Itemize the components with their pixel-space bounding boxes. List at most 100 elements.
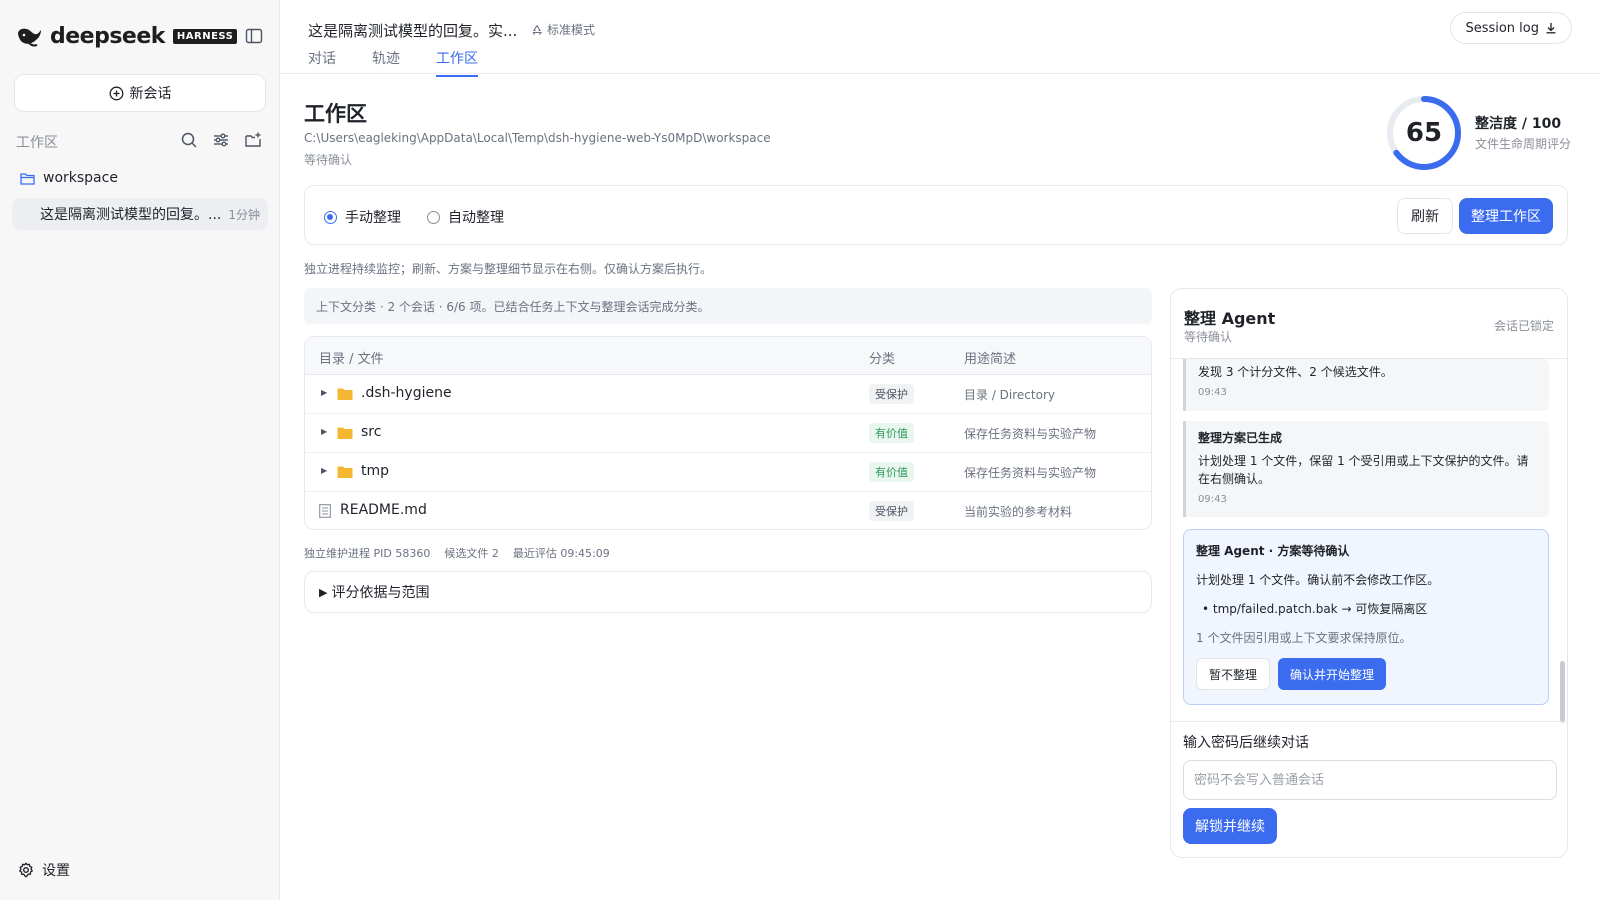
mode-indicator: 标准模式	[531, 21, 595, 38]
agent-panel: 整理 Agent 等待确认 会话已锁定 发现 3 个计分文件、2 个候选文件。 …	[1170, 288, 1568, 858]
agent-message: 发现 3 个计分文件、2 个候选文件。 09:43	[1183, 359, 1549, 411]
tab-chat[interactable]: 对话	[308, 48, 336, 77]
table-row[interactable]: ▶ tmp 有价值 保存任务资料与实验产物	[305, 453, 1151, 492]
file-description: 保存任务资料与实验产物	[964, 466, 1097, 480]
file-name: README.md	[340, 502, 427, 518]
auto-mode-radio[interactable]: 自动整理	[427, 207, 504, 227]
panel-scrollbar[interactable]	[1560, 661, 1565, 723]
session-locked-label: 会话已锁定	[1493, 319, 1554, 333]
radio-dot	[324, 210, 337, 224]
score-title: 整洁度 / 100	[1475, 116, 1562, 132]
folder-icon	[337, 466, 353, 478]
confirmation-actions: 暂不整理 确认并开始整理	[1196, 658, 1536, 690]
skip-organize-button[interactable]: 暂不整理	[1196, 658, 1271, 690]
workspace-tools	[180, 131, 262, 149]
confirm-organize-button[interactable]: 确认并开始整理	[1278, 658, 1387, 690]
manual-mode-radio[interactable]: 手动整理	[324, 207, 401, 227]
plan-item: • tmp/failed.patch.bak → 可恢复隔离区	[1196, 600, 1536, 617]
category-badge: 受保护	[869, 501, 914, 521]
password-label: 输入密码后继续对话	[1183, 735, 1309, 751]
download-icon	[1546, 23, 1556, 34]
organize-mode-bar: 手动整理 自动整理 刷新 整理工作区	[304, 185, 1568, 245]
workspace-folder-name: workspace	[43, 170, 118, 186]
agent-title: 整理 Agent	[1184, 309, 1276, 328]
agent-status: 等待确认	[1184, 330, 1233, 344]
scoring-scope-toggle[interactable]: ▶ 评分依据与范围	[304, 571, 1152, 613]
folder-icon	[337, 427, 353, 439]
new-folder-icon[interactable]	[244, 131, 262, 149]
file-name: tmp	[361, 463, 390, 479]
file-icon	[319, 504, 331, 518]
expand-caret-icon[interactable]: ▶	[321, 427, 327, 436]
score-value: 65	[1405, 118, 1443, 148]
confirmation-title: 整理 Agent · 方案等待确认	[1196, 544, 1350, 558]
session-title: 这是隔离测试模型的回复。...	[40, 207, 222, 223]
filter-sliders-icon[interactable]	[212, 131, 230, 149]
workspace-section-label: 工作区	[16, 135, 58, 151]
category-badge: 受保护	[869, 384, 914, 404]
radio-dot	[427, 210, 440, 224]
tab-bar: 对话 轨迹 工作区	[308, 48, 478, 77]
auto-mode-label: 自动整理	[448, 210, 504, 226]
column-header-category: 分类	[869, 352, 896, 367]
message-body: 发现 3 个计分文件、2 个候选文件。	[1198, 365, 1393, 379]
new-chat-label: 新会话	[129, 86, 172, 102]
session-list-item[interactable]: 这是隔离测试模型的回复。... 1分钟	[12, 198, 268, 230]
monitor-note: 独立进程持续监控；刷新、方案与整理细节显示在右侧。仅确认方案后执行。	[304, 262, 713, 276]
session-log-button[interactable]: Session log	[1450, 12, 1572, 44]
file-description: 当前实验的参考材料	[964, 505, 1073, 519]
disclosure-triangle-icon: ▶	[319, 585, 328, 599]
refresh-button[interactable]: 刷新	[1397, 198, 1453, 234]
confirmation-body: 计划处理 1 个文件。确认前不会修改工作区。	[1196, 573, 1440, 587]
settings-button[interactable]: 设置	[18, 860, 70, 880]
brand-name: deepseek	[50, 24, 165, 49]
session-log-label: Session log	[1465, 20, 1539, 36]
plan-confirmation-card: 整理 Agent · 方案等待确认 计划处理 1 个文件。确认前不会修改工作区。…	[1183, 529, 1549, 705]
tab-trace[interactable]: 轨迹	[372, 48, 400, 77]
message-time: 09:43	[1198, 387, 1227, 398]
candidate-count: 候选文件 2	[444, 547, 499, 560]
file-description: 保存任务资料与实验产物	[964, 427, 1097, 441]
gear-icon	[19, 862, 33, 878]
organize-workspace-button[interactable]: 整理工作区	[1459, 198, 1553, 234]
sidebar: deepseek HARNESS 新会话 工作区 workspace 这是隔离测…	[0, 0, 280, 900]
settings-label: 设置	[42, 863, 70, 879]
confirmation-note: 1 个文件因引用或上下文要求保持原位。	[1196, 631, 1412, 645]
column-header-path: 目录 / 文件	[319, 352, 384, 367]
agent-message: 整理方案已生成 计划处理 1 个文件，保留 1 个受引用或上下文保护的文件。请在…	[1183, 421, 1549, 517]
context-summary: 上下文分类 · 2 个会话 · 6/6 项。已结合任务上下文与整理会话完成分类。	[304, 288, 1152, 324]
whale-logo-icon	[18, 28, 41, 46]
last-evaluation: 最近评估 09:45:09	[512, 547, 610, 560]
score-subtitle: 文件生命周期评分	[1475, 137, 1572, 151]
session-time: 1分钟	[228, 207, 260, 222]
category-badge: 有价值	[869, 462, 914, 482]
file-description: 目录 / Directory	[964, 388, 1055, 402]
message-title: 整理方案已生成	[1198, 431, 1283, 445]
recycle-icon	[532, 24, 543, 35]
expand-caret-icon[interactable]: ▶	[321, 388, 327, 397]
folder-icon	[337, 388, 353, 400]
expand-caret-icon[interactable]: ▶	[321, 466, 327, 475]
brand-logo[interactable]: deepseek HARNESS	[16, 24, 238, 49]
workspace-folder-item[interactable]: workspace	[20, 170, 118, 186]
top-header: 这是隔离测试模型的回复。实... 标准模式 对话 轨迹 工作区 Session …	[281, 0, 1600, 77]
search-icon[interactable]	[180, 131, 198, 149]
conversation-title: 这是隔离测试模型的回复。实...	[308, 22, 518, 40]
bullet-icon: •	[1202, 602, 1213, 616]
column-header-description: 用途简述	[964, 352, 1017, 367]
table-row[interactable]: README.md 受保护 当前实验的参考材料	[305, 492, 1151, 529]
password-input[interactable]	[1183, 760, 1557, 800]
unlock-continue-button[interactable]: 解锁并继续	[1183, 808, 1277, 844]
agent-header: 整理 Agent 等待确认 会话已锁定	[1171, 289, 1567, 359]
table-header: 目录 / 文件 分类 用途简述	[305, 337, 1151, 375]
password-area: 输入密码后继续对话 解锁并继续	[1171, 721, 1567, 857]
manual-mode-label: 手动整理	[345, 210, 401, 226]
sidebar-toggle-icon[interactable]	[245, 27, 263, 45]
plan-item-text: tmp/failed.patch.bak → 可恢复隔离区	[1212, 602, 1428, 616]
category-badge: 有价值	[869, 423, 914, 443]
tab-workspace[interactable]: 工作区	[436, 48, 478, 77]
process-pid: 独立维护进程 PID 58360	[304, 547, 431, 560]
new-chat-button[interactable]: 新会话	[14, 74, 266, 112]
table-row[interactable]: ▶ src 有价值 保存任务资料与实验产物	[305, 414, 1151, 453]
table-row[interactable]: ▶ .dsh-hygiene 受保护 目录 / Directory	[305, 375, 1151, 414]
